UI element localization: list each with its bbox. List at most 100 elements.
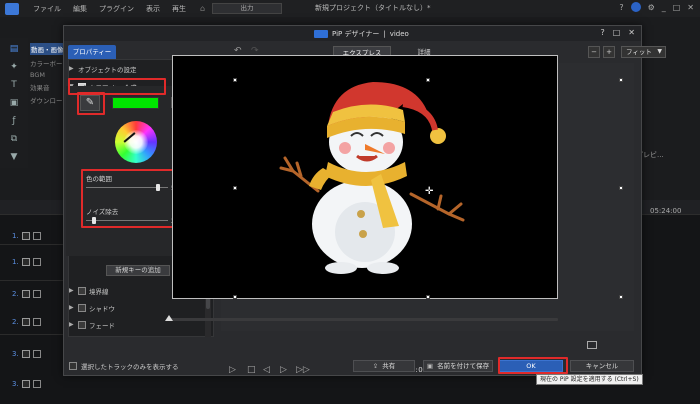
fx-icon[interactable]: ƒ bbox=[7, 116, 21, 128]
main-preview-label: プレビ... bbox=[636, 151, 664, 159]
resize-handle-left[interactable] bbox=[233, 186, 237, 190]
save-icon: ▣ bbox=[426, 362, 434, 370]
seek-bar[interactable] bbox=[168, 318, 558, 321]
resize-handle-top-left[interactable] bbox=[233, 78, 237, 82]
library-item[interactable]: 動画・画像 bbox=[30, 43, 66, 55]
minimize-icon[interactable]: _ bbox=[662, 3, 666, 12]
track-header[interactable]: 2. bbox=[0, 286, 70, 302]
resize-handle-top[interactable] bbox=[426, 78, 430, 82]
track-lock-icon[interactable] bbox=[32, 232, 41, 240]
menu-edit[interactable]: 編集 bbox=[73, 4, 87, 14]
menu-plugin[interactable]: プラグイン bbox=[99, 4, 134, 14]
section-label: オブジェクトの設定 bbox=[78, 65, 137, 74]
resize-handle-bottom-left[interactable] bbox=[233, 295, 237, 299]
seek-thumb[interactable] bbox=[165, 315, 173, 321]
library-item[interactable]: 効果音 bbox=[30, 82, 66, 92]
project-title: 新規プロジェクト（タイトルなし）* bbox=[315, 4, 431, 12]
dialog-help-icon[interactable]: ? bbox=[600, 28, 604, 37]
track-enable-checkbox[interactable] bbox=[21, 258, 30, 266]
tab-properties[interactable]: プロパティー bbox=[68, 45, 116, 59]
menu-play[interactable]: 再生 bbox=[172, 4, 186, 14]
title-room-icon[interactable]: T bbox=[7, 80, 21, 92]
media-room-icon[interactable]: ▤ bbox=[7, 44, 21, 56]
output-button[interactable]: 出力 bbox=[212, 3, 282, 14]
track-lock-icon[interactable] bbox=[32, 318, 41, 326]
share-button-label: 共有 bbox=[382, 362, 396, 370]
key-color-swatch[interactable] bbox=[112, 97, 159, 109]
show-selected-track-checkbox[interactable] bbox=[69, 362, 77, 370]
track-enable-checkbox[interactable] bbox=[21, 232, 30, 240]
library-item[interactable]: ダウンロード bbox=[30, 95, 69, 105]
resize-handle-bottom[interactable] bbox=[426, 295, 430, 299]
room-toolbar: ▤ ✦ T ▣ ƒ ⧉ ▼ bbox=[0, 38, 28, 168]
show-selected-track-label: 選択したトラックのみを表示する bbox=[81, 363, 179, 371]
resize-handle-right[interactable] bbox=[619, 186, 623, 190]
zoom-in-icon[interactable]: + bbox=[603, 46, 615, 58]
share-button[interactable]: ⇪ 共有 bbox=[353, 360, 415, 372]
shadow-checkbox[interactable] bbox=[78, 303, 86, 312]
snowman-image[interactable] bbox=[173, 56, 559, 300]
dialog-titlebar: PiP デザイナー | video ? □ ✕ bbox=[64, 26, 641, 41]
track-lock-icon[interactable] bbox=[32, 258, 41, 266]
dialog-title-separator: | bbox=[383, 30, 386, 38]
track-lock-icon[interactable] bbox=[32, 290, 41, 298]
track-enable-checkbox[interactable] bbox=[21, 350, 30, 358]
resize-handle-top-right[interactable] bbox=[619, 78, 623, 82]
fit-dropdown-label: フィット bbox=[626, 48, 652, 56]
dialog-subtitle: video bbox=[389, 30, 409, 38]
cancel-button[interactable]: キャンセル bbox=[570, 360, 634, 372]
account-icon[interactable] bbox=[630, 2, 641, 12]
preview-canvas[interactable] bbox=[172, 55, 558, 299]
section-shadow[interactable]: ▶ シャドウ bbox=[64, 301, 206, 314]
track-header[interactable]: 1. bbox=[0, 254, 70, 270]
dialog-title-text: PiP デザイナー bbox=[332, 30, 380, 38]
save-as-button[interactable]: ▣ 名前を付けて保存 bbox=[423, 360, 493, 372]
save-as-button-label: 名前を付けて保存 bbox=[437, 362, 490, 370]
home-icon[interactable]: ⌂ bbox=[200, 4, 205, 13]
transition-icon[interactable]: ⧉ bbox=[7, 134, 21, 146]
help-icon[interactable]: ? bbox=[619, 3, 623, 12]
track-enable-checkbox[interactable] bbox=[21, 290, 30, 298]
track-header[interactable]: 3. bbox=[0, 346, 70, 362]
border-checkbox[interactable] bbox=[78, 286, 86, 295]
dialog-title: PiP デザイナー | video bbox=[314, 29, 409, 39]
timeline-ruler-time: 05:24:00 bbox=[650, 207, 682, 215]
resize-handle-bottom-right[interactable] bbox=[619, 295, 623, 299]
dialog-maximize-icon[interactable]: □ bbox=[613, 28, 621, 37]
library-item[interactable]: カラーボード bbox=[30, 58, 69, 68]
app-menu: ファイル 編集 プラグイン 表示 再生 bbox=[33, 4, 186, 14]
track-separator bbox=[0, 334, 70, 335]
menu-view[interactable]: 表示 bbox=[146, 4, 160, 14]
highlight-eyedropper bbox=[77, 92, 105, 115]
track-separator bbox=[0, 244, 70, 245]
highlight-ok-button bbox=[498, 357, 568, 374]
track-header[interactable]: 2. bbox=[0, 314, 70, 330]
menu-file[interactable]: ファイル bbox=[33, 4, 61, 14]
share-icon: ⇪ bbox=[372, 362, 379, 370]
app-logo-icon bbox=[5, 2, 19, 15]
expand-arrow-icon: ▶ bbox=[69, 287, 74, 294]
library-item[interactable]: BGM bbox=[30, 71, 66, 79]
close-icon[interactable]: ✕ bbox=[687, 3, 694, 12]
color-wheel-center bbox=[124, 130, 148, 154]
track-header[interactable]: 1. bbox=[0, 228, 70, 244]
fade-checkbox[interactable] bbox=[78, 320, 86, 329]
zoom-out-icon[interactable]: − bbox=[588, 46, 600, 58]
track-header[interactable]: 3. bbox=[0, 376, 70, 392]
fit-dropdown[interactable]: フィット ▼ bbox=[621, 46, 666, 58]
window-controls: ? ⚙ _ □ ✕ bbox=[619, 2, 694, 12]
dialog-controls: ? □ ✕ bbox=[600, 28, 635, 37]
settings-icon[interactable]: ⚙ bbox=[648, 3, 655, 12]
fx-room-icon[interactable]: ✦ bbox=[7, 62, 21, 74]
add-new-key-button[interactable]: 新規キーの追加 bbox=[106, 265, 170, 276]
track-enable-checkbox[interactable] bbox=[21, 380, 30, 388]
pip-room-icon[interactable]: ▣ bbox=[7, 98, 21, 110]
dialog-close-icon[interactable]: ✕ bbox=[628, 28, 635, 37]
particle-icon[interactable]: ▼ bbox=[7, 152, 21, 164]
track-number: 2. bbox=[12, 318, 19, 326]
track-enable-checkbox[interactable] bbox=[21, 318, 30, 326]
maximize-icon[interactable]: □ bbox=[673, 3, 681, 12]
track-lock-icon[interactable] bbox=[32, 350, 41, 358]
track-lock-icon[interactable] bbox=[32, 380, 41, 388]
monitor-icon[interactable] bbox=[587, 341, 597, 349]
